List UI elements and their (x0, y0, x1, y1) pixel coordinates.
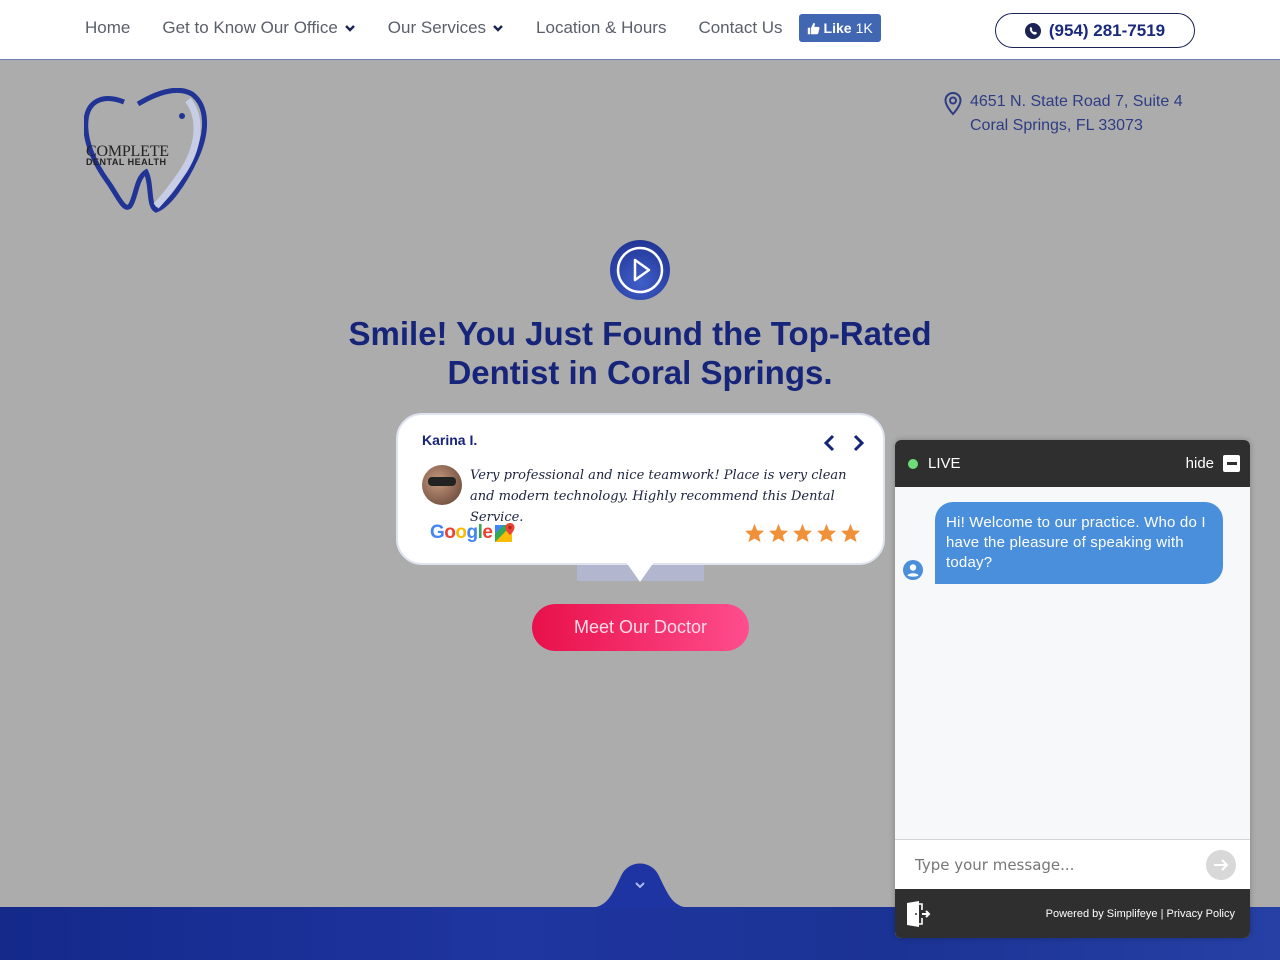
chat-status-label: LIVE (928, 455, 961, 472)
nav-our-services[interactable]: Our Services (388, 18, 504, 38)
cta-label: Meet Our Doctor (573, 617, 708, 637)
chat-header: LIVE hide (895, 440, 1250, 487)
powered-by-label: Powered by Simplifeye (1045, 907, 1158, 920)
review-card: Karina I. Very professional and nice tea… (396, 413, 885, 565)
logo-text-dental-health: DENTAL HEALTH (86, 157, 167, 167)
chat-message-bubble: Hi! Welcome to our practice. Who do I ha… (935, 502, 1223, 584)
chat-input-row (895, 839, 1250, 889)
chat-hide-button[interactable]: hide (1186, 455, 1240, 472)
reviewer-name: Karina I. (422, 432, 478, 448)
chat-status: LIVE (908, 455, 961, 472)
fb-like-label: Like (823, 20, 852, 36)
star-icon (744, 523, 765, 543)
chat-widget: LIVE hide Hi! Welcome to our practice. W… (895, 440, 1250, 938)
exit-door-icon[interactable] (905, 900, 931, 928)
chat-hide-label: hide (1185, 455, 1214, 472)
live-indicator-dot (908, 458, 918, 469)
nav-home-label: Home (85, 18, 131, 37)
review-carousel-controls (823, 434, 865, 452)
reviewer-avatar (422, 465, 462, 505)
send-button[interactable] (1206, 849, 1236, 880)
thumbs-up-icon (807, 22, 820, 34)
star-icon (768, 523, 789, 543)
footer-separator: | (1160, 907, 1164, 920)
privacy-policy-link[interactable]: Privacy Policy (1167, 908, 1235, 920)
chevron-down-icon (493, 25, 503, 32)
meet-our-doctor-button[interactable]: Meet Our Doctor (532, 604, 749, 651)
nav-services-label: Our Services (387, 18, 487, 37)
nav-home[interactable]: Home (85, 18, 130, 38)
fb-like-count: 1K (855, 20, 873, 36)
facebook-like-button[interactable]: Like 1K (798, 14, 881, 42)
phone-number: (954) 281-7519 (1048, 20, 1166, 40)
play-video-button[interactable] (610, 240, 670, 300)
scroll-down-button[interactable] (588, 858, 692, 908)
hero-headline: Smile! You Just Found the Top-Rated Dent… (348, 315, 932, 391)
star-icon (816, 523, 837, 543)
google-maps-icon (495, 523, 515, 542)
chat-message-input[interactable] (915, 855, 1206, 874)
nav-office-label: Get to Know Our Office (162, 18, 338, 37)
nav-contact-us[interactable]: Contact Us (698, 18, 782, 38)
minimize-icon (1223, 455, 1240, 472)
play-icon (616, 246, 664, 294)
location-pin-icon (944, 92, 962, 116)
top-navigation: Home Get to Know Our Office Our Services… (0, 0, 1280, 60)
phone-icon (1024, 22, 1041, 39)
chat-messages: Hi! Welcome to our practice. Who do I ha… (895, 487, 1250, 839)
chevron-left-icon[interactable] (823, 434, 837, 452)
chevron-right-icon[interactable] (851, 434, 865, 452)
google-logo: Google (430, 522, 516, 544)
chevron-down-icon (344, 25, 355, 32)
address-text: 4651 N. State Road 7, Suite 4 Coral Spri… (970, 90, 1183, 138)
chat-footer-text: Powered by Simplifeye | Privacy Policy (1046, 908, 1235, 920)
nav-location-hours[interactable]: Location & Hours (536, 18, 666, 38)
nav-contact-label: Contact Us (698, 18, 783, 37)
star-icon (792, 523, 813, 543)
address-line-2: Coral Springs, FL 33073 (970, 117, 1143, 134)
nav-links: Home Get to Know Our Office Our Services… (85, 0, 881, 56)
nav-location-label: Location & Hours (536, 18, 667, 37)
nav-get-to-know-office[interactable]: Get to Know Our Office (162, 18, 355, 38)
star-rating (744, 523, 861, 543)
chat-footer: Powered by Simplifeye | Privacy Policy (895, 889, 1250, 938)
phone-button[interactable]: (954) 281-7519 (995, 13, 1195, 48)
star-icon (840, 523, 861, 543)
address[interactable]: 4651 N. State Road 7, Suite 4 Coral Spri… (944, 90, 1183, 138)
agent-avatar-icon (903, 560, 923, 580)
review-card-tail (626, 562, 654, 582)
review-text: Very professional and nice teamwork! Pla… (470, 468, 847, 525)
address-line-1: 4651 N. State Road 7, Suite 4 (970, 93, 1183, 110)
arrow-right-icon (1214, 858, 1229, 871)
